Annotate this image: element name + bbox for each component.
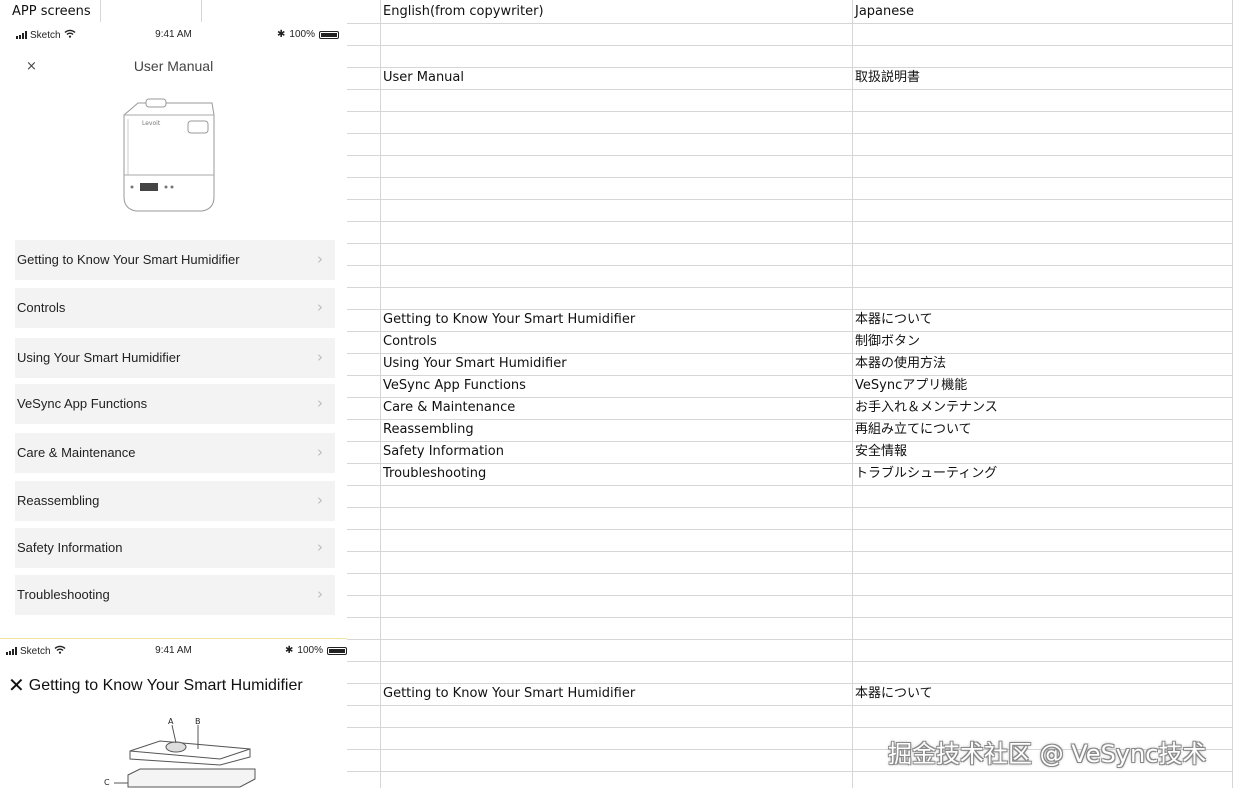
chevron-right-icon: › [317, 538, 323, 556]
grid-row-line [347, 265, 1233, 266]
cell-en-safety[interactable]: Safety Information [383, 441, 504, 463]
bluetooth-icon: ✱ [277, 29, 286, 40]
cell-ja-safety[interactable]: 安全情報 [855, 441, 907, 463]
header-tab-app-screens[interactable]: APP screens [12, 1, 91, 23]
cell-en-getting-to-know-2[interactable]: Getting to Know Your Smart Humidifier [383, 683, 635, 705]
battery-icon [319, 30, 339, 39]
battery-percent: 100% [297, 645, 323, 656]
menu-item[interactable]: Troubleshooting › [15, 575, 335, 615]
status-bar: Sketch 9:41 AM ✱ 100% [0, 639, 347, 661]
grid-row-line [347, 771, 1233, 772]
grid-row-line [347, 485, 1233, 486]
grid-row-line [347, 727, 1233, 728]
cell-ja-troubleshooting[interactable]: トラブルシューティング [855, 463, 997, 485]
cell-ja-controls[interactable]: 制御ボタン [855, 331, 920, 353]
column-header-english[interactable]: English(from copywriter) [383, 1, 544, 23]
cell-en-troubleshooting[interactable]: Troubleshooting [383, 463, 486, 485]
menu-item-label: Care & Maintenance [17, 445, 136, 460]
app-screen-getting-to-know: Sketch 9:41 AM ✱ 100% ✕ Getting to Know … [0, 638, 347, 789]
grid-row-line [347, 155, 1233, 156]
column-header-japanese[interactable]: Japanese [855, 1, 914, 23]
grid-row-line [347, 595, 1233, 596]
grid-row-line [347, 199, 1233, 200]
page-title: Getting to Know Your Smart Humidifier [28, 677, 303, 694]
grid-row-line [347, 507, 1233, 508]
page-title: User Manual [133, 58, 214, 74]
cell-ja-user-manual[interactable]: 取扱説明書 [855, 67, 920, 89]
diagram-label-b: B [195, 717, 201, 726]
grid-row-line [347, 221, 1233, 222]
grid-row-line [347, 177, 1233, 178]
cell-en-getting-to-know[interactable]: Getting to Know Your Smart Humidifier [383, 309, 635, 331]
chevron-right-icon: › [317, 443, 323, 461]
grid-row-line [347, 89, 1233, 90]
cell-ja-getting-to-know[interactable]: 本器について [855, 309, 933, 331]
battery-percent: 100% [289, 29, 315, 40]
menu-item[interactable]: Controls › [15, 288, 335, 328]
grid-row-line [347, 705, 1233, 706]
grid-col-line [100, 0, 101, 22]
chevron-right-icon: › [317, 348, 323, 366]
grid-row-line [347, 639, 1233, 640]
menu-item[interactable]: Safety Information › [15, 528, 335, 568]
grid-col-line [201, 0, 202, 22]
grid-row-line [347, 133, 1233, 134]
chevron-right-icon: › [317, 250, 323, 268]
grid-col-line [852, 0, 853, 788]
cell-ja-using[interactable]: 本器の使用方法 [855, 353, 946, 375]
battery-icon [327, 646, 347, 655]
grid-row-line [347, 67, 1233, 68]
menu-item-label: Reassembling [17, 493, 100, 508]
menu-item[interactable]: Reassembling › [15, 481, 335, 521]
bluetooth-icon: ✱ [285, 645, 294, 656]
grid-row-line [347, 419, 1233, 420]
diagram-label-c: C [104, 778, 110, 787]
grid-row-line [347, 551, 1233, 552]
cell-en-user-manual[interactable]: User Manual [383, 67, 464, 89]
grid-row-line [347, 45, 1233, 46]
chevron-right-icon: › [317, 491, 323, 509]
cell-en-using[interactable]: Using Your Smart Humidifier [383, 353, 567, 375]
diagram-label-a: A [168, 717, 174, 726]
cell-en-vesync-app[interactable]: VeSync App Functions [383, 375, 526, 397]
grid-row-line [347, 287, 1233, 288]
menu-item-label: Troubleshooting [17, 587, 110, 602]
cell-en-reassembling[interactable]: Reassembling [383, 419, 474, 441]
grid-row-line [347, 573, 1233, 574]
grid-row-line [347, 111, 1233, 112]
menu-item[interactable]: VeSync App Functions › [15, 384, 335, 424]
app-screen-user-manual: Sketch 9:41 AM ✱ 100% × User Manual Levo… [0, 23, 347, 632]
close-icon[interactable]: ✕ [8, 676, 25, 696]
watermark-text: 掘金技术社区 @ VeSync技术 [888, 740, 1207, 768]
menu-item-label: Safety Information [17, 540, 123, 555]
cell-ja-getting-to-know-2[interactable]: 本器について [855, 683, 933, 705]
grid-col-line [380, 0, 381, 788]
humidifier-parts-diagram: A B C [100, 717, 270, 789]
grid-row-line [347, 243, 1233, 244]
humidifier-illustration: Levoit [118, 97, 218, 226]
page-header: ✕ Getting to Know Your Smart Humidifier [8, 676, 303, 696]
chevron-right-icon: › [317, 585, 323, 603]
menu-item-label: Controls [17, 300, 66, 315]
chevron-right-icon: › [317, 394, 323, 412]
menu-item[interactable]: Getting to Know Your Smart Humidifier › [15, 240, 335, 280]
grid-row-line [347, 661, 1233, 662]
menu-item[interactable]: Using Your Smart Humidifier › [15, 338, 335, 378]
cell-en-controls[interactable]: Controls [383, 331, 437, 353]
cell-ja-vesync-app[interactable]: VeSyncアプリ機能 [855, 375, 967, 397]
grid-row-line [347, 331, 1233, 332]
menu-item-label: Getting to Know Your Smart Humidifier [17, 252, 240, 267]
device-brand-text: Levoit [142, 120, 161, 127]
grid-row-line [347, 617, 1233, 618]
cell-en-care[interactable]: Care & Maintenance [383, 397, 515, 419]
status-bar: Sketch 9:41 AM ✱ 100% [0, 23, 347, 45]
menu-item-label: VeSync App Functions [17, 396, 148, 411]
menu-item[interactable]: Care & Maintenance › [15, 433, 335, 473]
cell-ja-care[interactable]: お手入れ＆メンテナンス [855, 397, 998, 419]
grid-row-line [347, 529, 1233, 530]
menu-item-label: Using Your Smart Humidifier [17, 350, 181, 365]
cell-ja-reassembling[interactable]: 再組み立てについて [855, 419, 972, 441]
chevron-right-icon: › [317, 298, 323, 316]
